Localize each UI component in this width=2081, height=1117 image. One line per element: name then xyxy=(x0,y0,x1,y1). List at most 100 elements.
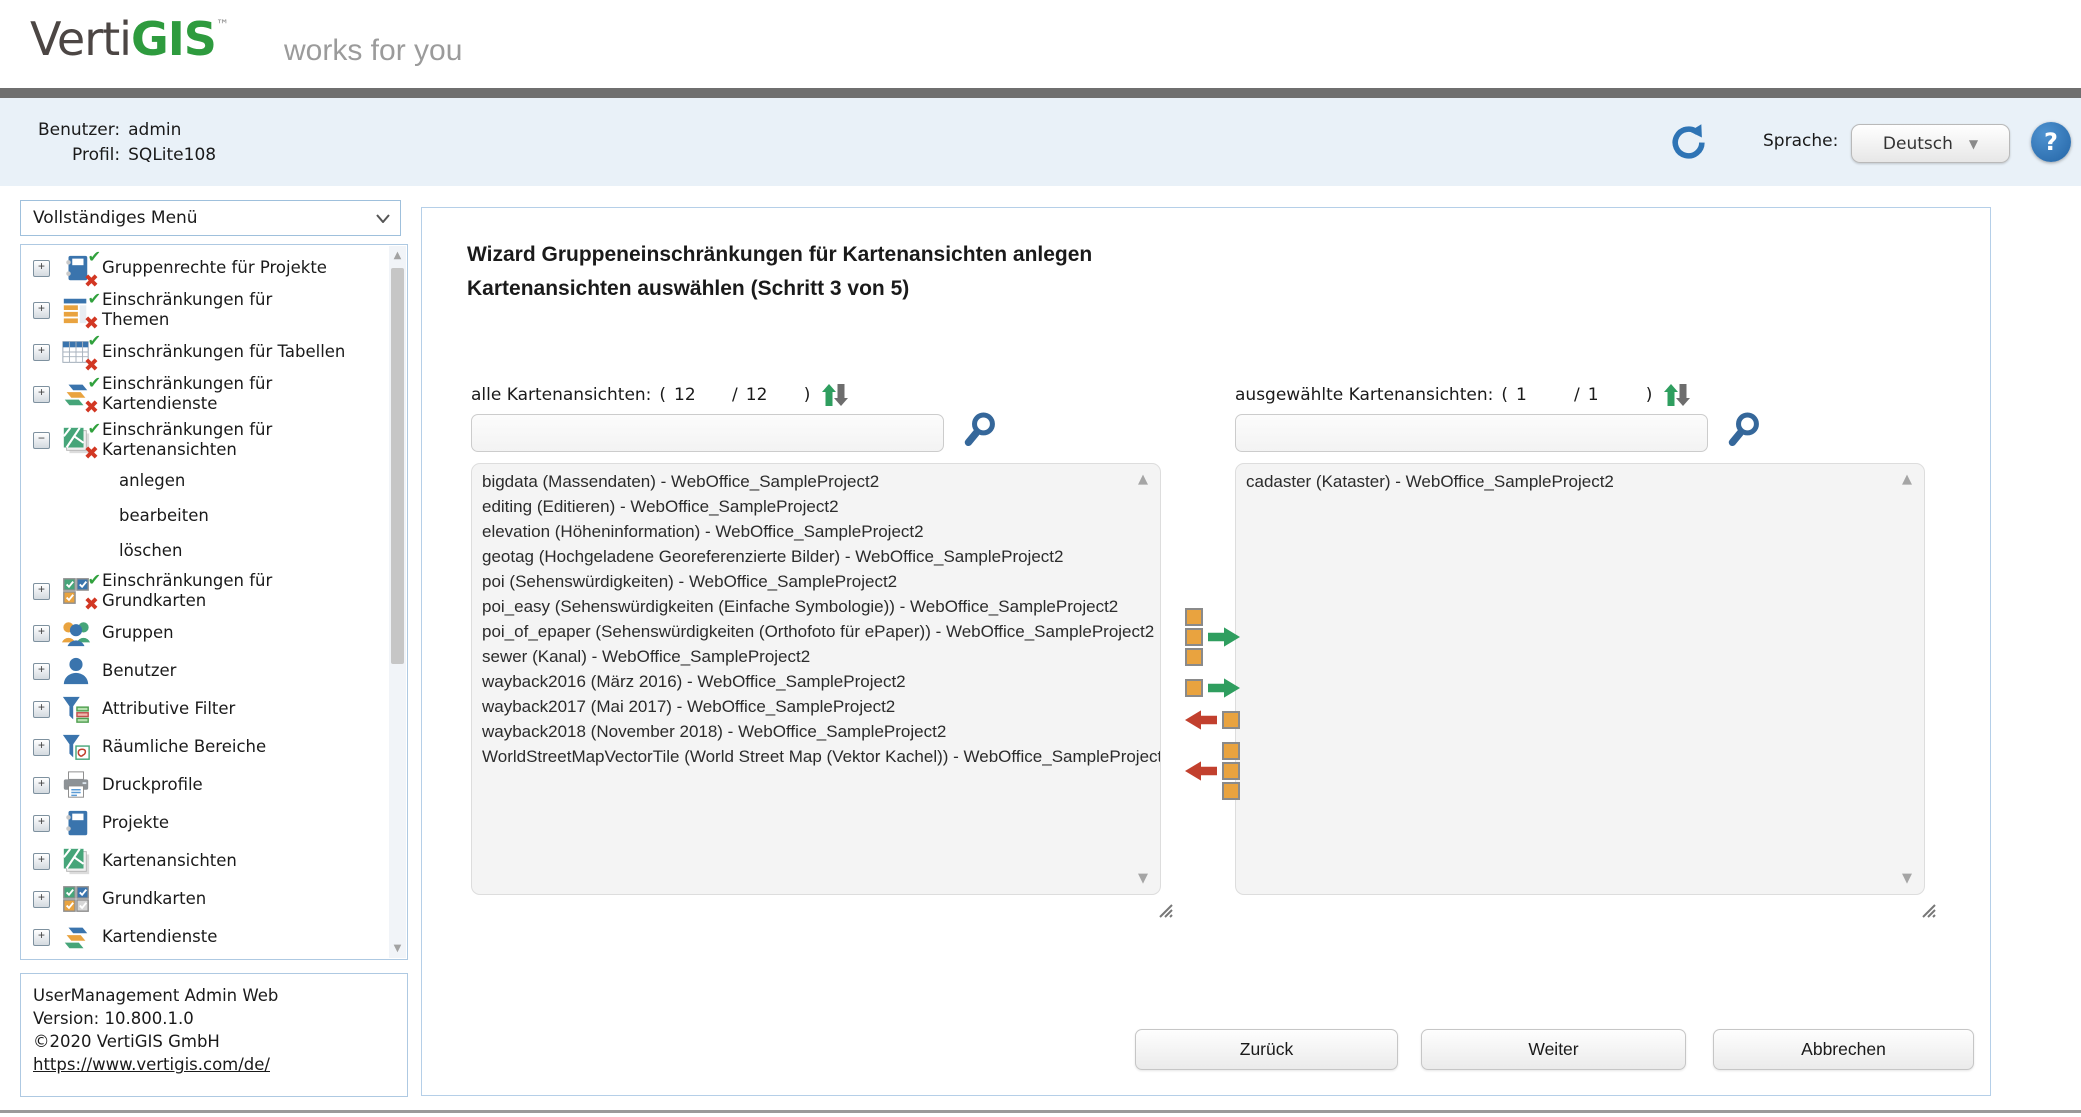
selected-listbox[interactable]: cadaster (Kataster) - WebOffice_SamplePr… xyxy=(1235,463,1925,895)
item-square-icon xyxy=(1222,711,1240,729)
available-listbox[interactable]: bigdata (Massendaten) - WebOffice_Sample… xyxy=(471,463,1161,895)
scroll-up-icon[interactable]: ▲ xyxy=(389,250,406,261)
list-item[interactable]: cadaster (Kataster) - WebOffice_SamplePr… xyxy=(1236,469,1924,494)
sort-toggle-icon[interactable] xyxy=(1662,382,1692,408)
sidebar-item[interactable]: −✔✖Einschränkungen für Kartenansichten xyxy=(21,417,407,463)
vertigis-link[interactable]: https://www.vertigis.com/de/ xyxy=(33,1055,270,1074)
expand-toggle-icon[interactable]: + xyxy=(33,853,50,870)
sidebar-item[interactable]: +✔✖Einschränkungen für Kartendienste xyxy=(21,371,407,417)
list-item[interactable]: bigdata (Massendaten) - WebOffice_Sample… xyxy=(472,469,1160,494)
list-item[interactable]: wayback2016 (März 2016) - WebOffice_Samp… xyxy=(472,669,1160,694)
sidebar-subitem[interactable]: löschen xyxy=(21,533,407,568)
check-badge-icon: ✔ xyxy=(88,375,101,391)
map-views-restriction-icon: ✔✖ xyxy=(59,424,93,456)
sidebar-item[interactable]: +Benutzer xyxy=(21,652,407,690)
next-button[interactable]: Weiter xyxy=(1421,1029,1686,1070)
sidebar-subitem[interactable]: bearbeiten xyxy=(21,498,407,533)
sidebar-item[interactable]: +Druckprofile xyxy=(21,766,407,804)
collapse-toggle-icon[interactable]: − xyxy=(33,432,50,449)
expand-toggle-icon[interactable]: + xyxy=(33,344,50,361)
expand-toggle-icon[interactable]: + xyxy=(33,386,50,403)
scroll-up-icon[interactable]: ▲ xyxy=(1138,472,1148,487)
expand-toggle-icon[interactable]: + xyxy=(33,777,50,794)
resize-grip-icon[interactable] xyxy=(1919,901,1936,922)
sidebar-item[interactable]: +✔✖Einschränkungen für Grundkarten xyxy=(21,568,407,614)
attribute-filter-icon xyxy=(59,693,93,725)
print-profiles-icon xyxy=(59,769,93,801)
expand-toggle-icon[interactable]: + xyxy=(33,929,50,946)
refresh-icon[interactable] xyxy=(1668,122,1708,162)
sidebar-item[interactable]: +✔✖Einschränkungen für Themen xyxy=(21,287,407,333)
language-label: Sprache: xyxy=(1763,131,1838,151)
help-button[interactable]: ? xyxy=(2031,122,2071,162)
user-info: Benutzer: admin Profil: SQLite108 xyxy=(38,120,216,165)
about-copyright: ©2020 VertiGIS GmbH xyxy=(33,1030,395,1053)
search-icon[interactable] xyxy=(1724,410,1762,452)
about-app-name: UserManagement Admin Web xyxy=(33,984,395,1007)
wizard-title-line2: Kartenansichten auswählen (Schritt 3 von… xyxy=(467,272,1092,306)
list-item[interactable]: WorldStreetMapVectorTile (World Street M… xyxy=(472,744,1160,769)
list-item[interactable]: elevation (Höheninformation) - WebOffice… xyxy=(472,519,1160,544)
sidebar-item[interactable]: +✔✖Gruppenrechte für Projekte xyxy=(21,249,407,287)
logo-verti: Verti xyxy=(30,12,131,66)
item-square-icon xyxy=(1185,679,1203,697)
sidebar-item[interactable]: +Grundkarten xyxy=(21,880,407,918)
back-button[interactable]: Zurück xyxy=(1135,1029,1398,1070)
sidebar-subitem[interactable]: anlegen xyxy=(21,463,407,498)
scroll-down-icon[interactable]: ▼ xyxy=(1138,871,1148,886)
list-item[interactable]: poi (Sehenswürdigkeiten) - WebOffice_Sam… xyxy=(472,569,1160,594)
scrollbar-thumb[interactable] xyxy=(391,268,404,664)
expand-toggle-icon[interactable]: + xyxy=(33,891,50,908)
chevron-down-icon xyxy=(376,214,390,223)
list-item[interactable]: poi_of_epaper (Sehenswürdigkeiten (Ortho… xyxy=(472,619,1160,644)
user-icon xyxy=(59,655,93,687)
list-item[interactable]: sewer (Kanal) - WebOffice_SampleProject2 xyxy=(472,644,1160,669)
paren-close: ) xyxy=(1646,385,1653,405)
expand-toggle-icon[interactable]: + xyxy=(33,739,50,756)
available-list-header: alle Kartenansichten: ( 12 / 12 ) xyxy=(471,380,850,410)
expand-toggle-icon[interactable]: + xyxy=(33,625,50,642)
search-icon[interactable] xyxy=(960,410,998,452)
expand-toggle-icon[interactable]: + xyxy=(33,663,50,680)
sidebar-item[interactable]: +Gruppen xyxy=(21,614,407,652)
expand-toggle-icon[interactable]: + xyxy=(33,260,50,277)
question-mark-icon: ? xyxy=(2044,128,2058,156)
list-item[interactable]: wayback2017 (Mai 2017) - WebOffice_Sampl… xyxy=(472,694,1160,719)
cancel-button[interactable]: Abbrechen xyxy=(1713,1029,1974,1070)
projects-icon xyxy=(59,807,93,839)
move-selected-right-button[interactable] xyxy=(1185,678,1249,698)
selected-search-input[interactable] xyxy=(1235,414,1708,452)
selected-list-header: ausgewählte Kartenansichten: ( 1 / 1 ) xyxy=(1235,380,1692,410)
expand-toggle-icon[interactable]: + xyxy=(33,701,50,718)
paren-open: ( xyxy=(1501,385,1508,405)
list-item[interactable]: editing (Editieren) - WebOffice_SamplePr… xyxy=(472,494,1160,519)
vertigis-logo: VertiGIS™ xyxy=(30,12,228,66)
menu-filter-select[interactable]: Vollständiges Menü xyxy=(20,200,401,236)
check-badge-icon: ✔ xyxy=(88,333,101,349)
available-search-input[interactable] xyxy=(471,414,944,452)
sidebar-item[interactable]: +Kartenansichten xyxy=(21,842,407,880)
move-all-left-button[interactable] xyxy=(1185,742,1249,800)
move-selected-left-button[interactable] xyxy=(1185,710,1249,730)
sort-toggle-icon[interactable] xyxy=(820,382,850,408)
sidebar-item[interactable]: +Räumliche Bereiche xyxy=(21,728,407,766)
sidebar-item[interactable]: +Attributive Filter xyxy=(21,690,407,728)
language-select[interactable]: Deutsch ▼ xyxy=(1851,124,2010,163)
sidebar-scrollbar[interactable]: ▲ ▼ xyxy=(389,246,406,958)
sidebar-item[interactable]: +✔✖Einschränkungen für Tabellen xyxy=(21,333,407,371)
list-item[interactable]: poi_easy (Sehenswürdigkeiten (Einfache S… xyxy=(472,594,1160,619)
scroll-down-icon[interactable]: ▼ xyxy=(1902,871,1912,886)
expand-toggle-icon[interactable]: + xyxy=(33,302,50,319)
list-item[interactable]: wayback2018 (November 2018) - WebOffice_… xyxy=(472,719,1160,744)
expand-toggle-icon[interactable]: + xyxy=(33,583,50,600)
sidebar-item[interactable]: +Kartendienste xyxy=(21,918,407,956)
sidebar-item[interactable]: +Projekte xyxy=(21,804,407,842)
arrow-right-icon xyxy=(1208,678,1240,698)
scroll-up-icon[interactable]: ▲ xyxy=(1902,472,1912,487)
resize-grip-icon[interactable] xyxy=(1156,901,1173,922)
move-all-right-button[interactable] xyxy=(1185,608,1249,666)
list-item[interactable]: geotag (Hochgeladene Georeferenzierte Bi… xyxy=(472,544,1160,569)
expand-toggle-icon[interactable]: + xyxy=(33,815,50,832)
groups-icon xyxy=(59,617,93,649)
scroll-down-icon[interactable]: ▼ xyxy=(389,943,406,954)
